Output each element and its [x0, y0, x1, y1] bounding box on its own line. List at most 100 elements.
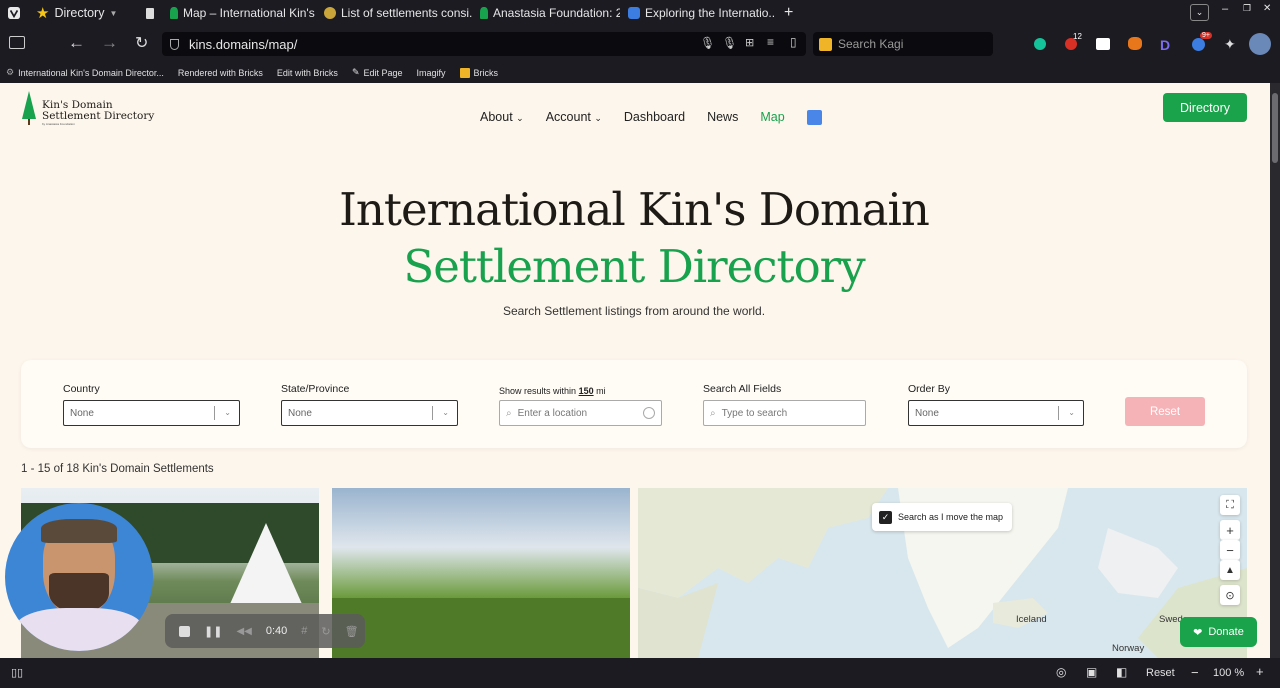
restart-icon[interactable]: ↻	[321, 625, 330, 638]
browser-menu-button[interactable]	[0, 0, 28, 26]
microphone-icon[interactable]: 🎙	[700, 36, 715, 50]
notification-badge: 9+	[1200, 32, 1212, 39]
bookmark-item[interactable]: Edit with Bricks	[277, 68, 338, 78]
pause-icon[interactable]: ❚❚	[204, 625, 222, 638]
donate-label: Donate	[1208, 626, 1244, 638]
profile-avatar[interactable]	[1249, 33, 1271, 55]
bookmark-icon[interactable]: ▯	[790, 35, 797, 49]
zoom-reset-button[interactable]: Reset	[1146, 667, 1175, 679]
nav-news[interactable]: News	[707, 110, 738, 124]
state-label: State/Province	[281, 383, 350, 395]
extension-d-icon[interactable]: D	[1160, 37, 1170, 53]
stop-button[interactable]	[179, 625, 190, 637]
address-bar[interactable]: kins.domains/map/ 🎙 🎙 ⊞ ≡ ▯	[162, 32, 806, 56]
extension-unhook-icon[interactable]	[1096, 38, 1110, 50]
translate-icon[interactable]	[806, 109, 822, 125]
tab-label: Anastasia Foundation: 2...	[493, 6, 620, 20]
panel-toggle-icon[interactable]: ▯▯	[11, 666, 23, 679]
country-select[interactable]: None ⌄	[63, 400, 240, 426]
bookmark-item[interactable]: Rendered with Bricks	[178, 68, 263, 78]
sidebar-toggle-icon[interactable]	[9, 36, 25, 49]
tab-label: List of settlements consi...	[341, 6, 472, 20]
maximize-button[interactable]: ❐	[1243, 3, 1251, 14]
tab-map[interactable]: Map – International Kin's I	[162, 0, 316, 26]
nav-dashboard[interactable]: Dashboard	[624, 110, 685, 124]
kagi-search-field[interactable]: Search Kagi	[813, 32, 993, 56]
tab-list-button[interactable]: ⌄	[1190, 4, 1209, 21]
extensions-puzzle-icon[interactable]: ✦	[1224, 36, 1236, 53]
extension-fox-icon[interactable]	[1128, 37, 1142, 50]
zoom-out-button[interactable]: −	[1220, 540, 1240, 560]
tiling-icon[interactable]: ◧	[1116, 665, 1127, 679]
vivaldi-icon	[8, 7, 20, 19]
reload-icon[interactable]: ↻	[135, 33, 148, 53]
bookmark-item[interactable]: Imagify	[417, 68, 446, 78]
tab-page[interactable]	[138, 0, 162, 26]
locate-icon[interactable]	[643, 407, 655, 419]
tab-settlements-list[interactable]: List of settlements consi...	[316, 0, 472, 26]
nav-about[interactable]: About ⌄	[480, 110, 524, 124]
webcam-overlay	[5, 503, 153, 651]
location-input[interactable]: ⌕ Enter a location	[499, 400, 662, 426]
window-icon[interactable]: ▣	[1086, 665, 1097, 679]
tree-icon	[170, 7, 178, 19]
hero-subtitle-heading: Settlement Directory	[403, 240, 865, 293]
search-icon: ⌕	[506, 407, 512, 419]
nav-account[interactable]: Account ⌄	[546, 110, 602, 124]
donate-button[interactable]: ❤ Donate	[1180, 617, 1257, 647]
trash-icon[interactable]: 🗑	[345, 625, 359, 638]
bookmark-item[interactable]: ⚙ International Kin's Domain Director...	[6, 67, 164, 78]
zoom-in-button[interactable]: +	[1256, 664, 1264, 679]
microphone-icon[interactable]: 🎙	[722, 36, 737, 50]
tab-directory[interactable]: ★ Directory ▼	[28, 0, 138, 26]
scrollbar-thumb[interactable]	[1272, 93, 1278, 163]
nav-label: Account	[545, 110, 591, 124]
url-text: kins.domains/map/	[189, 36, 298, 52]
bookmark-item[interactable]: ✎ Edit Page	[352, 67, 403, 78]
radius-value[interactable]: 150	[579, 386, 594, 396]
fullscreen-button[interactable]: ⛶	[1220, 495, 1240, 515]
geolocate-button[interactable]: ⊙	[1220, 585, 1240, 605]
settlement-card[interactable]	[332, 488, 630, 658]
chevron-down-icon: ⌄	[442, 408, 449, 417]
order-select[interactable]: None ⌄	[908, 400, 1084, 426]
state-select[interactable]: None ⌄	[281, 400, 458, 426]
compass-button[interactable]: ▲	[1220, 560, 1240, 580]
gear-icon: ⚙	[6, 67, 15, 77]
close-window-button[interactable]: ✕	[1263, 3, 1271, 14]
settlement-map[interactable]: Iceland Sweden Norway ✓ Search as I move…	[638, 488, 1247, 658]
chevron-down-icon: ⌄	[1195, 7, 1204, 17]
screen-recorder-bar: ❚❚ ◀◀ 0:40 # ↻ 🗑	[165, 614, 365, 648]
rewind-icon[interactable]: ◀◀	[236, 626, 251, 637]
tab-anastasia[interactable]: Anastasia Foundation: 2...	[472, 0, 620, 26]
bookmark-item[interactable]: Bricks	[459, 67, 498, 78]
grid-icon[interactable]: #	[301, 625, 307, 637]
zoom-out-button[interactable]: −	[1191, 665, 1199, 680]
search-all-input[interactable]: ⌕ Type to search	[703, 400, 866, 426]
nav-map[interactable]: Map	[760, 110, 784, 124]
back-icon[interactable]: ←	[68, 33, 85, 53]
minimize-button[interactable]: –	[1222, 3, 1228, 15]
extension-grammarly-icon[interactable]	[1034, 38, 1046, 50]
map-label-iceland: Iceland	[1016, 614, 1047, 625]
reader-view-icon[interactable]: ≡	[767, 35, 774, 49]
zoom-in-button[interactable]: +	[1220, 520, 1240, 540]
forward-icon[interactable]: →	[101, 33, 118, 53]
search-as-move-toggle[interactable]: ✓ Search as I move the map	[872, 503, 1012, 531]
chevron-down-icon: ⌄	[1068, 408, 1075, 417]
tab-exploring[interactable]: Exploring the Internatio...	[620, 0, 776, 26]
location-placeholder: Enter a location	[517, 407, 588, 419]
page-scrollbar[interactable]	[1270, 83, 1280, 658]
radius-label: Show results within 150 mi	[499, 386, 606, 396]
search-placeholder: Type to search	[721, 407, 788, 419]
directory-button[interactable]: Directory	[1163, 93, 1247, 122]
reset-button[interactable]: Reset	[1125, 397, 1205, 426]
capture-icon[interactable]: ◎	[1056, 665, 1066, 679]
radius-unit: mi	[596, 386, 606, 396]
card-image	[332, 488, 630, 658]
globe-icon	[324, 7, 336, 19]
extension-blue-icon[interactable]	[1192, 38, 1205, 51]
rss-icon[interactable]: ⊞	[745, 36, 754, 49]
new-tab-button[interactable]: +	[776, 0, 806, 26]
checkbox-checked-icon[interactable]: ✓	[879, 510, 892, 524]
